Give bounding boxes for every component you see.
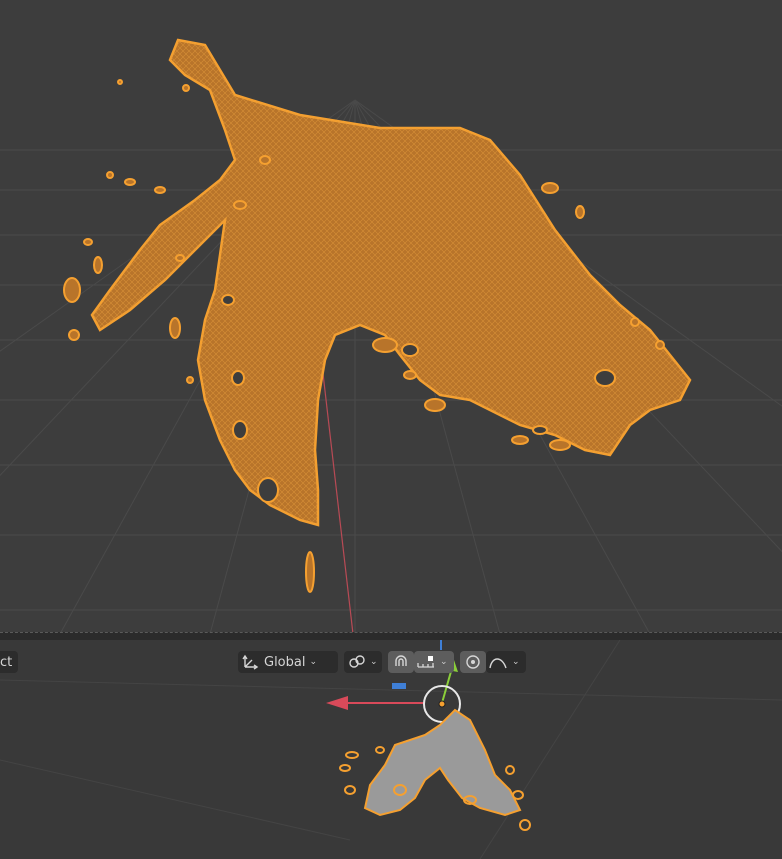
proportional-editing-toggle[interactable] bbox=[460, 651, 486, 673]
select-mode-label: ct bbox=[0, 654, 13, 670]
splash-mesh-wireframe[interactable] bbox=[90, 38, 692, 527]
chevron-down-icon: ⌄ bbox=[512, 657, 520, 667]
falloff-curve-icon bbox=[489, 658, 507, 669]
proportional-falloff-dropdown[interactable]: ⌄ bbox=[486, 651, 526, 673]
select-mode-button[interactable]: ct bbox=[0, 651, 18, 673]
viewport-top-canvas[interactable] bbox=[0, 0, 782, 634]
snap-target-dropdown[interactable]: ⌄ bbox=[414, 651, 454, 673]
pivot-link-icon bbox=[349, 655, 365, 668]
transform-pivot-dropdown[interactable]: ⌄ bbox=[344, 651, 382, 673]
splash-mesh-solid[interactable] bbox=[339, 708, 531, 831]
z-axis-handle[interactable] bbox=[392, 683, 406, 689]
x-axis-arrow-head bbox=[326, 696, 348, 710]
snap-toggle-button[interactable] bbox=[388, 651, 414, 673]
transform-orientation-icon bbox=[242, 654, 259, 670]
chevron-down-icon: ⌄ bbox=[309, 657, 318, 667]
gizmo-center-dot[interactable] bbox=[438, 700, 446, 708]
transform-orientation-label: Global bbox=[264, 654, 306, 670]
chevron-down-icon: ⌄ bbox=[440, 657, 448, 667]
viewport-3d-top[interactable] bbox=[0, 0, 782, 634]
chevron-down-icon: ⌄ bbox=[370, 657, 378, 667]
transform-orientation-dropdown[interactable]: Global ⌄ bbox=[238, 651, 338, 673]
snap-increment-icon bbox=[417, 656, 434, 668]
proportional-edit-icon bbox=[466, 655, 480, 669]
viewport-header: ct Global ⌄ ⌄ ⌄ ⌄ bbox=[0, 646, 782, 678]
magnet-icon bbox=[395, 655, 407, 666]
